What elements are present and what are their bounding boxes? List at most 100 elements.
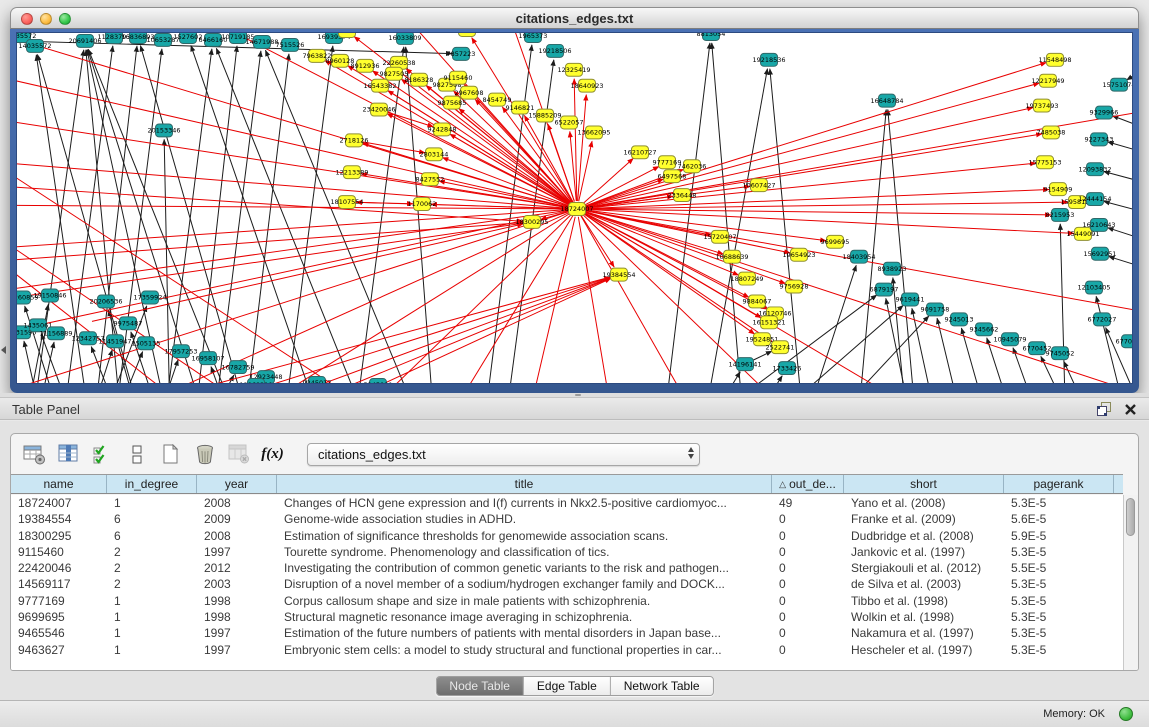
graph-node[interactable]: 9245013 [945, 313, 974, 326]
graph-edge[interactable] [242, 277, 610, 383]
table-row[interactable]: 946554611997Estimation of the future num… [11, 625, 1123, 641]
graph-node[interactable]: 17359924 [133, 291, 166, 304]
graph-edge[interactable] [22, 223, 523, 296]
table-row[interactable]: 969969511998Structural magnetic resonanc… [11, 609, 1123, 625]
table-row[interactable]: 1830029562008Estimation of significance … [11, 528, 1123, 544]
graph-edge[interactable] [191, 45, 324, 383]
graph-edge[interactable] [1112, 116, 1132, 131]
column-header-name[interactable]: name [11, 475, 107, 493]
graph-node[interactable]: 9154909 [1044, 183, 1073, 196]
graph-edge[interactable] [860, 110, 886, 383]
merge-rows-button[interactable] [123, 440, 150, 468]
graph-edge[interactable] [354, 47, 404, 383]
graph-node[interactable]: 9745052 [1046, 347, 1075, 360]
graph-node[interactable]: 5245090 [364, 379, 393, 383]
graph-node[interactable]: 16958107 [191, 352, 224, 365]
delete-table-button-disabled[interactable] [225, 440, 252, 468]
network-view-window[interactable]: citations_edges.txt 25355721403557220691… [10, 7, 1139, 393]
graph-node[interactable]: 2803144 [420, 148, 449, 161]
table-row[interactable]: 1872400712008Changes of HCN gene express… [11, 495, 1123, 511]
graph-node[interactable]: 14035572 [18, 39, 51, 52]
graph-node[interactable]: 9699695 [821, 235, 850, 248]
graph-node[interactable]: 6772027 [1088, 313, 1117, 326]
graph-node[interactable]: 9245017 [303, 377, 332, 383]
graph-node[interactable]: 12217949 [1031, 74, 1064, 87]
graph-node[interactable]: 12213389 [335, 166, 368, 179]
graph-edge[interactable] [265, 50, 424, 383]
graph-edge[interactable] [88, 49, 242, 383]
graph-edge[interactable] [284, 46, 333, 383]
graph-edge[interactable] [472, 217, 575, 383]
vertical-scrollbar[interactable] [1123, 495, 1138, 670]
table-selector-dropdown[interactable]: citations_edges.txt [307, 443, 700, 466]
graph-node[interactable]: 18300295 [515, 215, 548, 228]
graph-node[interactable]: 8813054 [697, 33, 726, 40]
graph-edge[interactable] [1104, 201, 1132, 214]
table-row[interactable]: 977716911998Corpus callosum shape and si… [11, 593, 1123, 609]
tab-edge-table[interactable]: Edge Table [523, 677, 610, 695]
graph-edge[interactable] [194, 46, 237, 383]
function-builder-button[interactable]: f(x) [259, 440, 286, 468]
table-row[interactable]: 1456911722003Disruption of a novel membe… [11, 576, 1123, 592]
select-rows-button[interactable] [89, 440, 116, 468]
create-table-button[interactable] [157, 440, 184, 468]
graph-node[interactable]: 15692951 [1083, 247, 1116, 260]
graph-edge[interactable] [585, 210, 1132, 331]
graph-edge[interactable] [302, 216, 573, 383]
graph-node[interactable]: 19218506 [538, 44, 571, 57]
graph-edge[interactable] [1041, 356, 1062, 383]
graph-edge[interactable] [17, 172, 562, 383]
graph-edge[interactable] [122, 215, 571, 383]
graph-edge[interactable] [583, 158, 633, 203]
graph-node[interactable]: 16033809 [388, 33, 421, 44]
close-panel-icon[interactable] [1124, 403, 1137, 416]
column-header-title[interactable]: title [277, 475, 772, 493]
graph-edge[interactable] [1108, 228, 1132, 242]
graph-node[interactable]: 12093832 [1078, 163, 1111, 176]
graph-node[interactable]: 16151321 [752, 316, 785, 329]
graph-node[interactable]: 8215953 [1046, 208, 1075, 221]
graph-edge[interactable] [332, 278, 611, 383]
graph-node[interactable]: 7485038 [1037, 126, 1066, 139]
graph-node[interactable]: 14671988 [245, 35, 278, 48]
graph-node[interactable]: 20153346 [147, 124, 180, 137]
graph-node[interactable]: 7462036 [678, 160, 707, 173]
graph-node[interactable]: 6522057 [555, 116, 584, 129]
graph-edge[interactable] [664, 43, 710, 383]
table-row[interactable]: 946362711997Embryonic stem cells: a mode… [11, 642, 1123, 658]
column-header-short[interactable]: short [844, 475, 1004, 493]
graph-edge[interactable] [579, 141, 592, 201]
graph-node[interactable]: 16543382 [363, 79, 396, 92]
graph-edge[interactable] [822, 316, 929, 383]
column-header-out_de[interactable]: △out_de... [772, 475, 844, 493]
graph-node[interactable]: 6770457 [1116, 335, 1132, 348]
column-header-in_degree[interactable]: in_degree [107, 475, 197, 493]
graph-node[interactable]: 14196141 [728, 358, 761, 371]
graph-node[interactable]: 12103405 [1077, 281, 1110, 294]
graph-node[interactable]: 9091758 [921, 303, 950, 316]
graph-node[interactable]: 9619441 [896, 293, 925, 306]
graph-edge[interactable] [1127, 65, 1132, 80]
graph-node[interactable]: 19218536 [752, 53, 785, 66]
graph-edge[interactable] [1108, 142, 1132, 154]
graph-node[interactable]: 7857223 [447, 47, 476, 60]
show-columns-button[interactable] [55, 440, 82, 468]
graph-edge[interactable] [17, 43, 569, 208]
graph-edge[interactable] [17, 210, 569, 282]
graph-node[interactable]: 9345662 [970, 323, 999, 336]
float-panel-icon[interactable] [1097, 402, 1112, 416]
graph-node[interactable]: 20206536 [89, 295, 122, 308]
graph-edge[interactable] [1104, 172, 1132, 185]
column-header-year[interactable]: year [197, 475, 277, 493]
graph-edge[interactable] [912, 308, 932, 383]
graph-node[interactable]: 16782759 [221, 361, 254, 374]
delete-rows-button[interactable] [191, 440, 218, 468]
graph-node[interactable]: 9884067 [743, 295, 772, 308]
graph-edge[interactable] [17, 33, 569, 207]
scrollbar-thumb[interactable] [1126, 498, 1135, 536]
graph-node[interactable]: 11548498 [1038, 53, 1071, 66]
window-titlebar[interactable]: citations_edges.txt [10, 7, 1139, 29]
tab-network-table[interactable]: Network Table [610, 677, 713, 695]
table-row[interactable]: 2242004622012Investigating the contribut… [11, 560, 1123, 576]
table-settings-button[interactable] [21, 440, 48, 468]
